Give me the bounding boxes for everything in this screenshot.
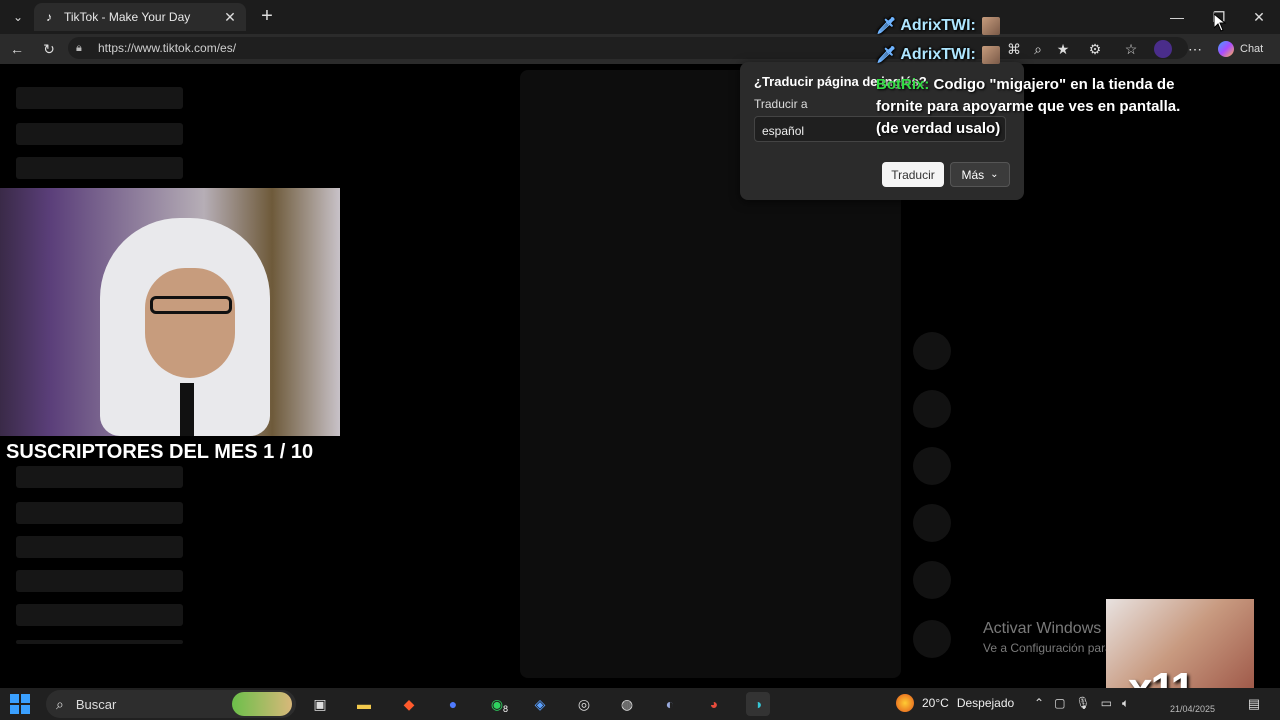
network-icon: ▭: [1100, 696, 1112, 710]
streamer-tie: [180, 383, 194, 436]
activate-windows-title: Activar Windows: [983, 620, 1102, 637]
skeleton-placeholder: [16, 157, 183, 179]
weather-temperature: 20°C: [922, 696, 949, 710]
taskbar-search[interactable]: ⌕ Buscar: [46, 690, 296, 718]
bot-chat-message: BotRix: Codigo "migajero" en la tienda d…: [876, 74, 1196, 140]
action-button-placeholder[interactable]: [913, 390, 951, 428]
more-button-label: Más: [961, 167, 985, 182]
skeleton-placeholder: [16, 87, 183, 109]
lock-icon: 🔒︎: [76, 41, 82, 54]
tab-actions-menu-button[interactable]: ⌄: [6, 6, 30, 28]
more-menu-icon[interactable]: ⋯: [1184, 38, 1206, 60]
sword-badge-icon: 🗡︎: [876, 47, 897, 64]
edge-icon[interactable]: ◑: [746, 692, 770, 716]
action-button-placeholder[interactable]: [913, 620, 951, 658]
streamlabs-icon[interactable]: ◈: [528, 692, 552, 716]
microphone-icon: 🎙︎: [1075, 696, 1091, 710]
subscribers-of-month-title: SUSCRIPTORES DEL MES 1 / 10: [6, 441, 314, 463]
back-button[interactable]: ←: [6, 38, 28, 60]
translate-to-label: Traducir a: [754, 97, 808, 111]
file-explorer-icon[interactable]: ▬: [352, 692, 376, 716]
mouse-cursor-icon: [1214, 14, 1226, 32]
action-button-placeholder[interactable]: [913, 504, 951, 542]
chat-avatar: [981, 17, 1000, 35]
taskbar-date[interactable]: 21/04/2025: [1170, 704, 1215, 714]
chat-username: AdrixTWI:: [900, 17, 976, 34]
translate-button[interactable]: Traducir: [882, 162, 944, 187]
favorites-icon[interactable]: ☆: [1120, 38, 1142, 60]
zoom-icon[interactable]: ⌕: [1027, 38, 1049, 60]
search-icon: ⌕: [56, 695, 64, 712]
chat-username: AdrixTWI:: [900, 46, 976, 63]
more-options-button[interactable]: Más ⌄: [950, 162, 1010, 187]
chevron-down-icon: ⌄: [990, 169, 999, 180]
start-button[interactable]: [10, 694, 30, 714]
new-tab-button[interactable]: +: [256, 5, 278, 27]
system-tray[interactable]: ⌃ ▢ 🎙︎ ▭ 🔈︎: [1034, 696, 1129, 711]
windows-logo-icon: [21, 694, 30, 703]
weather-description: Despejado: [956, 696, 1015, 710]
reload-button[interactable]: ↻: [38, 38, 60, 60]
search-highlight-image: [232, 692, 292, 716]
weather-icon: [896, 694, 914, 712]
close-tab-icon[interactable]: ✕: [222, 9, 238, 26]
copilot-label: Chat: [1240, 43, 1264, 55]
action-button-placeholder[interactable]: [913, 332, 951, 370]
streamer-glasses: [150, 296, 232, 314]
chrome-icon[interactable]: ◕: [702, 692, 726, 716]
app-icon[interactable]: ◍: [615, 692, 639, 716]
extensions-icon[interactable]: ⚙: [1084, 38, 1106, 60]
chat-line: 🗡︎ AdrixTWI:: [876, 45, 1000, 65]
profile-avatar[interactable]: [1152, 38, 1174, 60]
bot-username: BotRix:: [876, 76, 930, 93]
taskbar-search-label: Buscar: [75, 696, 117, 712]
tray-app-icon: ▢: [1054, 696, 1066, 710]
tab-tiktok[interactable]: ♪ TikTok - Make Your Day ✕: [34, 3, 246, 31]
close-window-button[interactable]: ✕: [1240, 4, 1278, 30]
chat-line: 🗡︎ AdrixTWI:: [876, 16, 1000, 36]
skeleton-placeholder: [16, 570, 183, 592]
action-button-placeholder[interactable]: [913, 561, 951, 599]
opera-gx-icon[interactable]: ●: [441, 692, 465, 716]
whatsapp-badge: 8: [503, 704, 509, 714]
tiktok-favicon-icon: ♪: [46, 10, 52, 24]
windows-logo-icon: [10, 694, 19, 703]
copilot-chat-button[interactable]: Chat: [1218, 38, 1274, 60]
windows-logo-icon: [21, 705, 30, 714]
windows-logo-icon: [10, 705, 19, 714]
action-button-placeholder[interactable]: [913, 447, 951, 485]
skeleton-placeholder: [16, 640, 183, 644]
favorite-star-icon[interactable]: ★: [1052, 38, 1074, 60]
minimize-button[interactable]: —: [1158, 4, 1196, 30]
skeleton-placeholder: [16, 502, 183, 524]
skeleton-placeholder: [16, 604, 183, 626]
weather-widget[interactable]: 20°C Despejado: [896, 694, 1014, 712]
url-text: https://www.tiktok.com/es/: [98, 41, 237, 55]
sword-badge-icon: 🗡︎: [876, 18, 897, 35]
tab-title: TikTok - Make Your Day: [64, 10, 191, 24]
obs-icon[interactable]: ◎: [572, 692, 596, 716]
skeleton-placeholder: [16, 123, 183, 145]
translate-icon[interactable]: ⌘: [1003, 38, 1025, 60]
copilot-icon: [1218, 41, 1234, 57]
task-view-icon[interactable]: ▣: [308, 692, 332, 716]
chevron-up-icon: ⌃: [1034, 696, 1045, 710]
webcam-overlay: [0, 188, 340, 436]
chevron-down-icon: ⌄: [12, 10, 24, 24]
notifications-icon[interactable]: ▤: [1244, 696, 1264, 712]
chat-avatar: [981, 46, 1000, 64]
volume-icon: 🔈︎: [1121, 696, 1130, 710]
streamer-face: [145, 268, 235, 378]
brave-browser-icon[interactable]: ◆: [397, 692, 421, 716]
skeleton-placeholder: [16, 536, 183, 558]
skeleton-placeholder: [16, 466, 183, 488]
steam-icon[interactable]: ◐: [658, 692, 682, 716]
